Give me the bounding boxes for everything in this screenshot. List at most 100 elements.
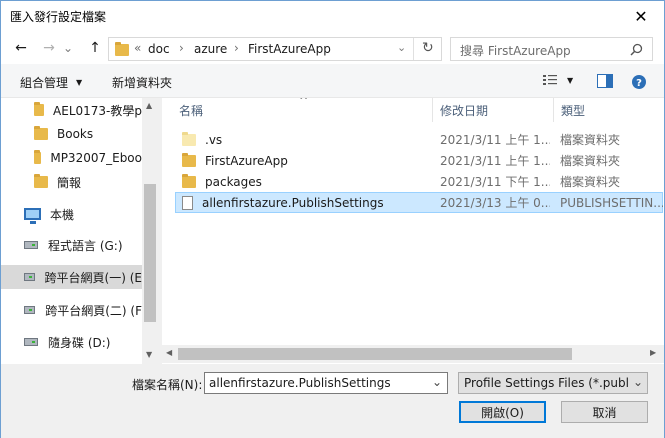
nav-item-label: 程式語言 (G:)	[48, 238, 123, 253]
chevron-down-icon[interactable]: ⌄	[432, 375, 442, 389]
drive-icon	[24, 241, 38, 249]
file-date: 2021/3/13 上午 0...	[440, 196, 550, 210]
nav-item-drive-f[interactable]: 跨平台網頁(二) (F	[1, 298, 142, 322]
column-header-name[interactable]: 名稱	[179, 98, 203, 122]
nav-item-drive-d[interactable]: 隨身碟 (D:)	[1, 330, 142, 354]
horizontal-scrollbar[interactable]: ◀ ▶	[162, 345, 664, 363]
file-name: allenfirstazure.PublishSettings	[202, 195, 384, 210]
filename-value: allenfirstazure.PublishSettings	[209, 376, 391, 390]
file-name: packages	[205, 174, 262, 189]
file-date: 2021/3/11 上午 1...	[440, 133, 550, 147]
help-icon: ?	[636, 78, 642, 89]
chevron-down-icon: ⌄	[632, 375, 643, 389]
breadcrumb-separator[interactable]: ›	[234, 41, 239, 55]
file-row[interactable]: .vs 2021/3/11 上午 1... 檔案資料夾	[175, 129, 663, 150]
up-button[interactable]: ↑	[85, 38, 105, 58]
nav-item-this-pc[interactable]: 本機	[1, 202, 142, 226]
navigation-pane: AEL0173-教學p Books MP32007_Eboo 簡報 本機 程式語…	[1, 98, 158, 364]
open-button[interactable]: 開啟(O)	[459, 401, 546, 423]
breadcrumb-overflow[interactable]: «	[134, 41, 141, 55]
file-type-filter-select[interactable]: Profile Settings Files (*.publish ⌄	[458, 372, 648, 394]
breadcrumb-separator[interactable]: ›	[179, 41, 184, 55]
organize-button[interactable]: 組合管理 ▼	[20, 74, 82, 91]
nav-item-presentations[interactable]: 簡報	[1, 170, 142, 194]
file-row[interactable]: packages 2021/3/11 下午 1... 檔案資料夾	[175, 171, 663, 192]
filename-label: 檔案名稱(N):	[132, 378, 203, 392]
refresh-button[interactable]: ↻	[422, 40, 434, 56]
search-box[interactable]: 搜尋 FirstAzureApp	[450, 37, 653, 61]
folder-icon	[34, 174, 48, 188]
address-bar[interactable]: « doc › azure › FirstAzureApp ⌄ ↻	[108, 37, 442, 61]
close-icon: ✕	[634, 7, 648, 26]
nav-item-mp32007[interactable]: MP32007_Eboo	[1, 146, 142, 170]
chevron-down-icon: ▼	[76, 78, 83, 87]
breadcrumb-item-azure[interactable]: azure	[194, 42, 227, 56]
help-button[interactable]: ?	[631, 74, 647, 90]
scroll-left-arrow-icon[interactable]: ◀	[166, 348, 172, 357]
navigation-bar: ← → ⌄ ↑ « doc › azure › FirstAzureApp ⌄ …	[1, 32, 664, 64]
search-placeholder[interactable]: 搜尋 FirstAzureApp	[460, 42, 571, 59]
chevron-down-icon: ▼	[567, 75, 574, 85]
forward-button[interactable]: →	[39, 38, 59, 58]
file-name: .vs	[205, 132, 223, 147]
nav-item-label: MP32007_Eboo	[50, 151, 142, 165]
back-button[interactable]: ←	[11, 38, 31, 58]
nav-item-label: 簡報	[57, 175, 82, 190]
file-date: 2021/3/11 下午 1...	[440, 175, 550, 189]
refresh-icon: ↻	[422, 40, 434, 56]
nav-item-ael0173[interactable]: AEL0173-教學p	[1, 98, 142, 122]
scroll-down-arrow-icon[interactable]: ▼	[146, 350, 152, 359]
folder-icon	[182, 131, 196, 146]
cancel-button[interactable]: 取消	[561, 401, 648, 423]
sort-ascending-icon: ^	[299, 98, 309, 107]
breadcrumb-item-firstazureapp[interactable]: FirstAzureApp	[248, 42, 331, 56]
nav-item-books[interactable]: Books	[1, 122, 142, 146]
back-arrow-icon: ←	[15, 40, 27, 56]
dialog-title: 匯入發行設定檔案	[10, 10, 107, 24]
column-header-date[interactable]: 修改日期	[440, 98, 488, 122]
navigation-pane-scrollbar[interactable]: ▲ ▼	[142, 98, 158, 364]
recent-locations-button[interactable]: ⌄	[61, 38, 75, 58]
nav-item-drive-e[interactable]: 跨平台網頁(一) (E	[1, 265, 142, 289]
preview-pane-button[interactable]	[597, 74, 613, 88]
column-header-type[interactable]: 類型	[561, 98, 585, 122]
file-row[interactable]: FirstAzureApp 2021/3/11 上午 1... 檔案資料夾	[175, 150, 663, 171]
folder-icon	[34, 102, 45, 116]
change-view-button[interactable]: ▼	[542, 73, 573, 87]
file-type: 檔案資料夾	[560, 154, 621, 168]
file-date: 2021/3/11 上午 1...	[440, 154, 550, 168]
address-history-button[interactable]: ⌄	[397, 41, 406, 54]
up-arrow-icon: ↑	[89, 40, 101, 56]
drive-icon	[24, 338, 38, 346]
file-name: FirstAzureApp	[205, 153, 288, 168]
breadcrumb-item-doc[interactable]: doc	[148, 42, 170, 56]
scroll-right-arrow-icon[interactable]: ▶	[650, 348, 656, 357]
divider	[413, 38, 414, 60]
close-button[interactable]: ✕	[618, 1, 664, 32]
nav-item-label: 隨身碟 (D:)	[48, 335, 111, 350]
filter-value: Profile Settings Files (*.publish	[464, 376, 628, 390]
drive-icon	[24, 273, 35, 281]
file-row-selected[interactable]: allenfirstazure.PublishSettings 2021/3/1…	[175, 192, 663, 213]
file-type: 檔案資料夾	[560, 133, 621, 147]
nav-item-label: Books	[57, 127, 94, 141]
nav-item-drive-g[interactable]: 程式語言 (G:)	[1, 233, 142, 257]
scroll-up-arrow-icon[interactable]: ▲	[146, 101, 152, 110]
new-folder-button[interactable]: 新增資料夾	[112, 74, 172, 91]
scrollbar-thumb[interactable]	[178, 348, 572, 360]
search-icon[interactable]	[630, 43, 643, 56]
nav-item-label: AEL0173-教學p	[53, 103, 142, 118]
column-divider[interactable]	[432, 98, 433, 122]
file-list: ^ 名稱 修改日期 類型 .vs 2021/3/11 上午 1... 檔案資料夾…	[162, 98, 664, 364]
filename-input[interactable]: allenfirstazure.PublishSettings ⌄	[204, 372, 448, 394]
scrollbar-thumb[interactable]	[144, 184, 156, 322]
column-label: 修改日期	[440, 103, 489, 118]
command-toolbar: 組合管理 ▼ 新增資料夾 ▼ ?	[1, 64, 664, 98]
title-bar: 匯入發行設定檔案 ✕	[1, 1, 664, 32]
file-type: 檔案資料夾	[560, 175, 621, 189]
chevron-down-icon: ⌄	[62, 41, 74, 55]
column-divider[interactable]	[553, 98, 554, 122]
details-view-icon	[543, 75, 557, 85]
file-type: PUBLISHSETTIN...	[560, 195, 663, 210]
folder-icon	[34, 126, 48, 140]
